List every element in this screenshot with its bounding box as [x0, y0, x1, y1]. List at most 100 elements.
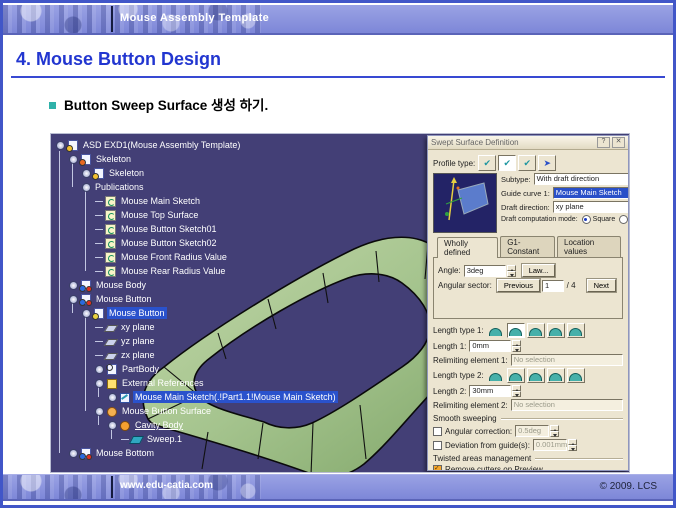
tree-expander-icon[interactable]: [82, 169, 91, 178]
profile-conic-icon[interactable]: ➤: [538, 155, 556, 171]
tree-branch-line: [95, 257, 103, 258]
subtype-select[interactable]: With draft direction: [534, 173, 629, 185]
tree-item-label: Mouse Top Surface: [119, 209, 200, 221]
subtype-label: Subtype:: [501, 175, 531, 184]
remove-cutters-checkbox[interactable]: [433, 465, 442, 471]
footer-band: www.edu-catia.com © 2009. LCS: [3, 474, 673, 501]
tree-expander-icon[interactable]: [108, 393, 117, 402]
tree-expander-icon[interactable]: [82, 183, 91, 192]
draft-direction-label: Draft direction:: [501, 203, 550, 212]
tree-expander-icon[interactable]: [108, 421, 117, 430]
tree-item-label: Mouse Button Sketch01: [119, 223, 219, 235]
tree-item-label: Mouse Front Radius Value: [119, 251, 229, 263]
publication-icon: [105, 238, 116, 249]
sweep-icon: [131, 434, 142, 445]
partbody-icon: [106, 364, 117, 375]
length2-input[interactable]: 30mm: [469, 385, 511, 397]
length-type2-standard-icon[interactable]: [487, 368, 505, 383]
length1-label: Length 1:: [433, 342, 466, 351]
sector-input[interactable]: 1: [542, 280, 564, 292]
tree-expander-icon[interactable]: [56, 141, 65, 150]
length-type-from-surface-icon[interactable]: [547, 323, 565, 338]
tree-expander-icon[interactable]: [95, 365, 104, 374]
tree-expander-icon[interactable]: [95, 407, 104, 416]
tree-item-label: Mouse Main Sketch: [119, 195, 202, 207]
tree-item-label: Mouse Button Sketch02: [119, 237, 219, 249]
tree-branch-line: [95, 271, 103, 272]
tree-item-label: Mouse Main Sketch(.!Part1.1!Mouse Main S…: [133, 391, 338, 403]
length-type-standard-icon[interactable]: [487, 323, 505, 338]
angular-correction-input: 0.5deg: [515, 425, 549, 437]
tree-expander-icon[interactable]: [69, 281, 78, 290]
next-button[interactable]: Next: [587, 279, 616, 292]
dialog-titlebar[interactable]: Swept Surface Definition ? ✕: [428, 136, 628, 150]
tree-expander-icon[interactable]: [95, 379, 104, 388]
guide-curve-field[interactable]: Mouse Main Sketch: [553, 187, 629, 199]
length-type2-from-extremum-icon[interactable]: [567, 368, 585, 383]
cone-radio[interactable]: [619, 215, 628, 224]
relimit1-field[interactable]: No selection: [511, 354, 623, 366]
tree-branch-line: [95, 355, 103, 356]
guide-curve-label: Guide curve 1:: [501, 189, 550, 198]
relimit2-field[interactable]: No selection: [511, 399, 623, 411]
part-orange-icon: [80, 154, 91, 165]
twisted-areas-group-label: Twisted areas management: [433, 454, 531, 463]
close-icon[interactable]: ✕: [612, 137, 625, 148]
tab-wholly-defined[interactable]: Wholly defined: [437, 237, 498, 258]
part-blue-icon: [80, 280, 91, 291]
length-type2-from-curve-icon[interactable]: [507, 368, 525, 383]
length2-spinner[interactable]: [512, 385, 521, 397]
tree-item-label: Cavity Body: [133, 419, 185, 431]
tree-expander-icon[interactable]: [82, 309, 91, 318]
angular-correction-checkbox[interactable]: [433, 427, 442, 436]
subtype-value: With draft direction: [537, 174, 600, 183]
plane-icon: [105, 350, 116, 361]
length1-input[interactable]: 0mm: [469, 340, 511, 352]
smooth-sweeping-group-label: Smooth sweeping: [433, 414, 497, 423]
angle-spinner[interactable]: [507, 265, 516, 277]
tree-item-label: PartBody: [120, 363, 161, 375]
length1-spinner[interactable]: [512, 340, 521, 352]
tree-expander-icon[interactable]: [69, 449, 78, 458]
tree-branch-line: [95, 229, 103, 230]
square-radio[interactable]: [582, 215, 591, 224]
sketch-icon: [119, 392, 130, 403]
profile-explicit-icon[interactable]: ✔: [478, 155, 496, 171]
tree-expander-icon[interactable]: [69, 295, 78, 304]
bullet-text: Button Sweep Surface 생성 하기.: [64, 94, 268, 114]
deviation-checkbox[interactable]: [433, 441, 442, 450]
draft-direction-field[interactable]: xy plane: [553, 201, 629, 213]
help-icon[interactable]: ?: [597, 137, 610, 148]
tree-item-label: Publications: [93, 181, 146, 193]
angle-label: Angle:: [438, 266, 461, 275]
tree-item-label: Mouse Button Surface: [120, 405, 213, 417]
part-gear-icon: [93, 308, 104, 319]
law-button[interactable]: Law...: [522, 264, 556, 277]
tree-expander-icon[interactable]: [69, 155, 78, 164]
tree-item-label: Skeleton: [107, 167, 146, 179]
tree-branch-line: [95, 243, 103, 244]
previous-button[interactable]: Previous: [497, 279, 540, 292]
tree-item-label: Sweep.1: [145, 433, 184, 445]
length-type2-from-surface-icon[interactable]: [547, 368, 565, 383]
part-yellow-icon: [93, 168, 104, 179]
length-type-from-curve-icon[interactable]: [507, 323, 525, 338]
tab-location-values[interactable]: Location values: [557, 236, 621, 257]
tree-item-label: ASD EXD1(Mouse Assembly Template): [81, 139, 242, 151]
product-icon: [67, 140, 78, 151]
tree-item-label: Mouse Body: [94, 279, 148, 291]
header-divider: [111, 6, 113, 32]
slide: Mouse Assembly Template 4. Mouse Button …: [0, 0, 676, 508]
angular-correction-spinner: [550, 425, 559, 437]
deviation-spinner: [568, 439, 577, 451]
external-references-icon: [106, 378, 117, 389]
profile-line-icon[interactable]: ✔: [498, 155, 516, 171]
plane-icon: [105, 336, 116, 347]
length-type-from-sketch-icon[interactable]: [527, 323, 545, 338]
length-type-from-extremum-icon[interactable]: [567, 323, 585, 338]
angle-input[interactable]: 3deg: [464, 265, 506, 277]
plane-icon: [105, 322, 116, 333]
length-type2-from-sketch-icon[interactable]: [527, 368, 545, 383]
tab-g1-constant[interactable]: G1-Constant: [500, 236, 555, 257]
profile-circle-icon[interactable]: ✔: [518, 155, 536, 171]
